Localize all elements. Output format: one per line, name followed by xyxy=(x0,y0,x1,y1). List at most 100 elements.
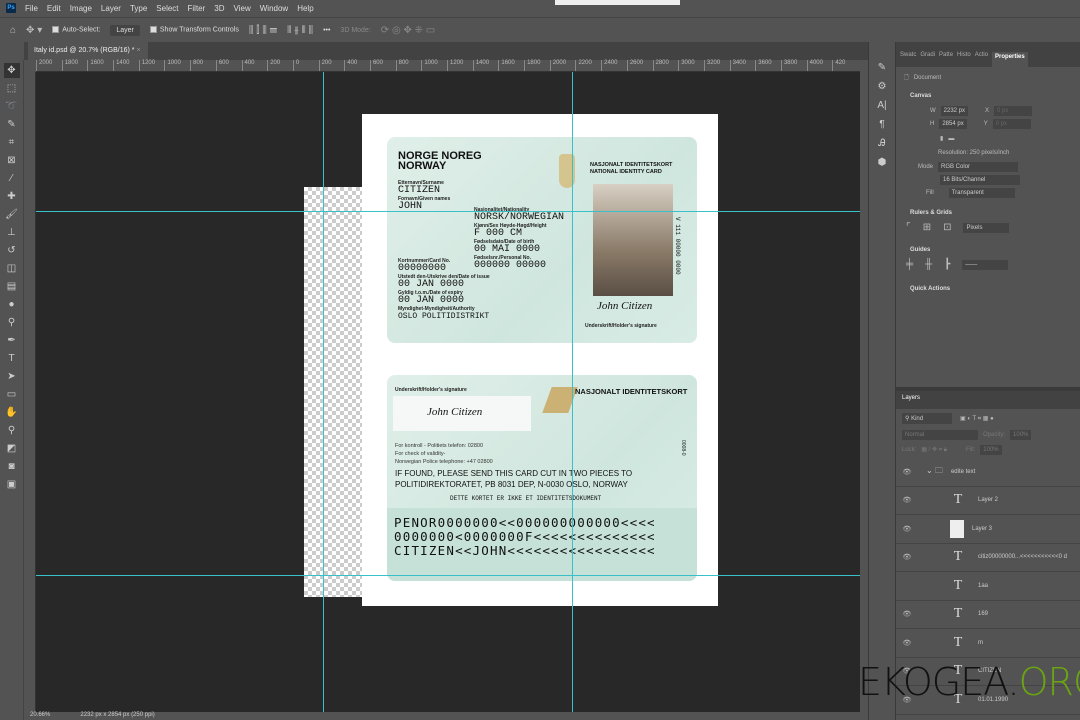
paragraph-icon[interactable]: ¶ xyxy=(879,119,884,130)
gradient-tool-icon[interactable]: ▤ xyxy=(4,279,20,294)
history-brush-icon[interactable]: ↺ xyxy=(4,243,20,258)
canvas-area[interactable]: NORGE NOREG NORWAY NASJONALT IDENTITETSKO… xyxy=(36,72,860,712)
lasso-tool-icon[interactable]: ➰ xyxy=(4,99,20,114)
portrait-icon[interactable]: ▮ xyxy=(940,135,943,142)
brush-settings-icon[interactable]: ✎ xyxy=(878,62,886,73)
tab-swatches[interactable]: Swatc xyxy=(900,52,916,67)
guide-icon[interactable]: ╪ xyxy=(906,259,913,270)
landscape-icon[interactable]: ▬ xyxy=(948,136,954,142)
layer-dropdown[interactable]: Layer xyxy=(110,24,140,36)
menu-filter[interactable]: Filter xyxy=(188,4,206,13)
healing-tool-icon[interactable]: ✚ xyxy=(4,189,20,204)
menu-3d[interactable]: 3D xyxy=(214,4,224,13)
vertical-ruler[interactable] xyxy=(24,72,36,712)
blend-mode-dropdown[interactable]: Normal xyxy=(902,430,978,440)
visibility-eye-icon[interactable]: 👁︎ xyxy=(896,553,918,561)
hand-tool-icon[interactable]: ✋ xyxy=(4,405,20,420)
stamp-tool-icon[interactable]: ⊥ xyxy=(4,225,20,240)
tab-patterns[interactable]: Patte xyxy=(939,52,953,67)
menu-window[interactable]: Window xyxy=(260,4,288,13)
filter-kind-dropdown[interactable]: ⚲ Kind xyxy=(902,413,952,424)
canvas-section[interactable]: Canvas xyxy=(896,89,1080,103)
quick-select-tool-icon[interactable]: ✎ xyxy=(4,117,20,132)
screen-mode-icon[interactable]: ▣ xyxy=(4,477,20,492)
zoom-level[interactable]: 20.66% xyxy=(30,712,50,720)
eraser-tool-icon[interactable]: ◫ xyxy=(4,261,20,276)
layer-row[interactable]: 👁︎ Tcitiz00000000...<<<<<<<<<<<0 d xyxy=(896,544,1080,572)
blur-tool-icon[interactable]: ● xyxy=(4,297,20,312)
tab-layers[interactable]: Layers xyxy=(902,395,920,401)
pen-tool-icon[interactable]: ✒ xyxy=(4,333,20,348)
document-canvas[interactable]: NORGE NOREG NORWAY NASJONALT IDENTITETSKO… xyxy=(362,114,718,606)
layer-row[interactable]: 👁︎ T Layer 2 xyxy=(896,487,1080,515)
visibility-eye-icon[interactable]: 👁︎ xyxy=(896,639,918,647)
menu-edit[interactable]: Edit xyxy=(47,4,61,13)
character-icon[interactable]: A| xyxy=(877,100,886,111)
layer-row[interactable]: 👁︎ T 169 xyxy=(896,601,1080,629)
menu-view[interactable]: View xyxy=(234,4,251,13)
menu-image[interactable]: Image xyxy=(70,4,92,13)
guide-layout-icon[interactable]: ┣ xyxy=(944,259,950,270)
guide-line[interactable] xyxy=(36,575,860,576)
quick-mask-icon[interactable]: ◙ xyxy=(4,459,20,474)
opacity-field[interactable]: 100% xyxy=(1010,430,1032,440)
color-swatches-icon[interactable]: ◩ xyxy=(4,441,20,456)
width-field[interactable]: 2232 px xyxy=(940,106,969,116)
visibility-eye-icon[interactable]: 👁︎ xyxy=(896,525,918,533)
tab-gradients[interactable]: Gradi xyxy=(920,52,935,67)
guide-line[interactable] xyxy=(572,72,573,712)
clone-source-icon[interactable]: ⚙ xyxy=(878,81,887,92)
move-tool-icon[interactable]: ✥ xyxy=(3,63,20,78)
y-field[interactable]: 0 px xyxy=(992,119,1031,129)
zoom-tool-icon[interactable]: ⚲ xyxy=(4,423,20,438)
home-icon[interactable]: ⌂ xyxy=(10,25,16,36)
ruler-icon[interactable]: ⌜ xyxy=(906,222,911,233)
shape-tool-icon[interactable]: ▭ xyxy=(4,387,20,402)
auto-select-checkbox[interactable]: Auto-Select: xyxy=(52,26,100,34)
brush-tool-icon[interactable]: 🖌︎ xyxy=(4,207,20,222)
marquee-tool-icon[interactable]: ⬚ xyxy=(4,81,20,96)
glyphs-icon[interactable]: Ꭿ xyxy=(878,138,885,149)
path-select-tool-icon[interactable]: ➤ xyxy=(4,369,20,384)
bit-depth-dropdown[interactable]: 16 Bits/Channel xyxy=(940,175,1020,185)
guide-add-icon[interactable]: ╫ xyxy=(925,259,932,270)
menu-layer[interactable]: Layer xyxy=(101,4,121,13)
horizontal-ruler[interactable]: 2000 1800 1600 1400 1200 1000 800 600 400 200 0 200… xyxy=(36,60,860,72)
quick-actions-section[interactable]: Quick Actions xyxy=(896,282,1080,296)
align-icons[interactable]: ⫼ ⫿ ⫼ ☰ xyxy=(249,25,277,36)
menu-type[interactable]: Type xyxy=(130,4,147,13)
layer-row[interactable]: T 1aa xyxy=(896,572,1080,601)
document-tab[interactable]: Italy id.psd @ 20.7% (RGB/16) * × xyxy=(28,42,148,60)
move-tool-icon[interactable]: ✥ ▾ xyxy=(26,25,42,36)
guide-style-dropdown[interactable]: —— xyxy=(962,259,1009,270)
type-tool-icon[interactable]: T xyxy=(4,351,20,366)
rulers-grids-section[interactable]: Rulers & Grids xyxy=(896,206,1080,220)
units-dropdown[interactable]: Pixels xyxy=(963,222,1010,233)
distribute-icons[interactable]: ⫴ ⫵ ⫴ ⫼ xyxy=(287,25,313,36)
menu-file[interactable]: File xyxy=(25,4,38,13)
menu-select[interactable]: Select xyxy=(156,4,178,13)
layer-row[interactable]: 👁︎ ⌄ 🗀 edite text xyxy=(896,458,1080,487)
tab-actions[interactable]: Actio xyxy=(975,52,988,67)
layer-row[interactable]: 👁︎ Tm xyxy=(896,629,1080,658)
tab-properties[interactable]: Properties xyxy=(992,52,1028,67)
eyedropper-tool-icon[interactable]: ⁄ xyxy=(4,171,20,186)
show-transform-checkbox[interactable]: Show Transform Controls xyxy=(149,26,239,34)
visibility-eye-icon[interactable]: 👁︎ xyxy=(896,468,918,476)
layer-row[interactable]: 👁︎ Layer 3 xyxy=(896,515,1080,544)
dodge-tool-icon[interactable]: ⚲ xyxy=(4,315,20,330)
pixel-grid-icon[interactable]: ⊡ xyxy=(943,222,951,233)
visibility-eye-icon[interactable]: 👁︎ xyxy=(896,610,918,618)
3d-icon[interactable]: ⬢ xyxy=(878,157,887,168)
menu-help[interactable]: Help xyxy=(297,4,313,13)
search-field[interactable] xyxy=(555,0,680,5)
crop-tool-icon[interactable]: ⌗ xyxy=(4,135,20,150)
fill-field[interactable]: 100% xyxy=(980,445,1002,455)
height-field[interactable]: 2854 px xyxy=(939,119,967,129)
x-field[interactable]: 0 px xyxy=(994,106,1033,116)
frame-tool-icon[interactable]: ⊠ xyxy=(4,153,20,168)
fill-dropdown[interactable]: Transparent xyxy=(948,188,1015,198)
more-options-button[interactable]: ••• xyxy=(323,27,330,34)
visibility-eye-icon[interactable]: 👁︎ xyxy=(896,496,918,504)
grid-icon[interactable]: ⊞ xyxy=(923,222,931,233)
